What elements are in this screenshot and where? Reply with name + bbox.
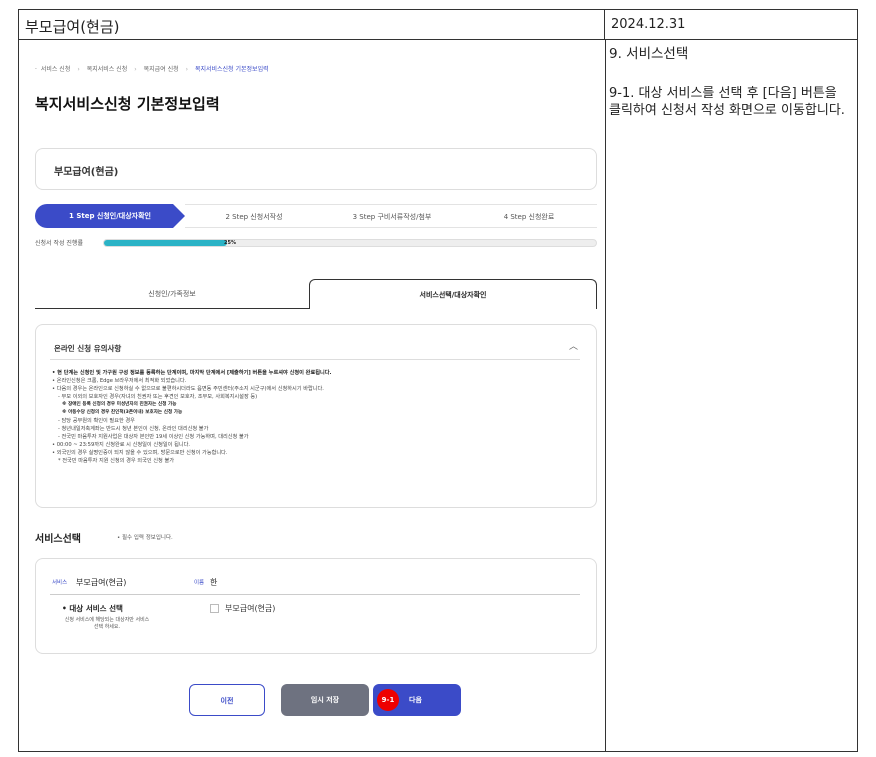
step-4: 4 Step 신청완료 [461, 204, 597, 228]
service-name-card: 부모급여(현금) [35, 148, 597, 190]
name-value: 한 [210, 578, 218, 587]
step-indicator: 1 Step 신청인/대상자확인 2 Step 신청서작성 3 Step 구비서… [35, 204, 597, 228]
breadcrumb-dot: · [35, 66, 37, 73]
notice-line: - 청년내일저축계좌는 반드시 청년 본인이 신청, 온라인 대리신청 불가 [58, 426, 209, 432]
breadcrumb-item[interactable]: 서비스 신청 [41, 66, 71, 73]
notice-line: - 담당 공무원의 확인이 필요한 경우 [58, 418, 135, 424]
notice-line: • 현 단계는 신청인 및 가구원 구성 정보를 등록하는 단계이며, 마지막 … [52, 370, 332, 376]
doc-header-title: 부모급여(현금) [19, 10, 605, 40]
step-1: 1 Step 신청인/대상자확인 [35, 204, 185, 228]
service-value: 부모급여(현금) [76, 578, 127, 587]
prev-button[interactable]: 이전 [189, 684, 265, 716]
breadcrumb-item[interactable]: 복지서비스 신청 [87, 66, 128, 73]
tab-applicant-family[interactable]: 신청인/가족정보 [35, 279, 309, 309]
notice-line: • 다음의 경우는 온라인으로 신청하실 수 없으므로 불편하시더라도 읍면동 … [52, 386, 324, 392]
target-service-label: • 대상 서비스 선택 [62, 604, 123, 613]
chevron-right-icon: › [77, 66, 80, 73]
temp-save-button[interactable]: 임시 저장 [281, 684, 369, 716]
step-text: 9-1. 대상 서비스를 선택 후 [다음] 버튼을 클릭하여 신청서 작성 화… [609, 86, 845, 118]
step-2: 2 Step 신청서작성 [185, 204, 323, 228]
progress-bar: 25% [103, 239, 597, 247]
page-title: 복지서비스신청 기본정보입력 [35, 95, 220, 113]
notice-line: ※ 아동수당 신청의 경우 친인척(3촌이내) 보호자는 신청 가능 [62, 410, 183, 415]
service-divider [50, 594, 580, 595]
breadcrumb-current: 복지서비스신청 기본정보입력 [194, 66, 269, 73]
progress-label: 신청서 작성 진행률 [35, 240, 83, 247]
name-label: 이름 [194, 580, 205, 586]
notice-line: - 전국민 마음투자 지원사업은 대상자 본인만 19세 이상인 신청 가능하며… [58, 434, 249, 440]
doc-header-date: 2024.12.31 [605, 10, 857, 40]
notice-title: 온라인 신청 유의사항 [54, 344, 122, 353]
screenshot-area: · 서비스 신청 › 복지서비스 신청 › 복지급여 신청 › 복지서비스신청 기본정… [21, 41, 603, 751]
notice-line: * 전국민 마음투자 지원 신청의 경우 외국인 신청 불가 [58, 458, 175, 464]
notice-body: • 현 단계는 신청인 및 가구원 구성 정보를 등록하는 단계이며, 마지막 … [52, 369, 582, 465]
service-checkbox[interactable] [210, 604, 219, 613]
notice-line: - 부모 이외의 보호자인 경우(자녀의 친권자 또는 후견인 보호자, 조부모… [58, 394, 258, 400]
breadcrumb-item[interactable]: 복지급여 신청 [144, 66, 179, 73]
chevron-right-icon: › [185, 66, 189, 73]
document-frame: 부모급여(현금) 2024.12.31 9. 서비스선택 9-1. 대상 서비스… [18, 9, 858, 752]
step-description: 9. 서비스선택 9-1. 대상 서비스를 선택 후 [다음] 버튼을 클릭하여… [609, 46, 849, 119]
next-button-label: 다음 [409, 696, 422, 704]
chevron-up-icon[interactable]: ︿ [569, 339, 578, 352]
notice-panel: 온라인 신청 유의사항 ︿ • 현 단계는 신청인 및 가구원 구성 정보를 등… [35, 324, 597, 508]
breadcrumb: · 서비스 신청 › 복지서비스 신청 › 복지급여 신청 › 복지서비스신청 기본정… [35, 64, 271, 73]
service-checkbox-label[interactable]: 부모급여(현금) [225, 603, 275, 614]
service-select-card: 서비스 부모급여(현금) 이름 한 • 대상 서비스 선택 신청 서비스에 해당… [35, 558, 597, 654]
next-button[interactable]: 9-1 다음 [373, 684, 461, 716]
notice-line: • 외국인의 경우 실명인증이 되지 않을 수 있으며, 방문으로만 신청이 가… [52, 450, 228, 456]
chevron-right-icon: › [134, 66, 137, 73]
tab-bar: 신청인/가족정보 서비스선택/대상자확인 [35, 279, 597, 309]
service-name: 부모급여(현금) [54, 167, 119, 178]
notice-line: ※ 장애인 등록 신청의 경우 미성년자의 친권자는 신청 가능 [62, 402, 177, 407]
step-3: 3 Step 구비서류작성/첨부 [323, 204, 461, 228]
step-title: 9. 서비스선택 [609, 46, 689, 62]
notice-line: • 00:00 ~ 23:59까지 신청완료 시 신청일이 신청일이 됩니다. [52, 442, 191, 448]
target-service-help: 신청 서비스에 해당되는 대상자만 서비스 선택 하세요. [64, 617, 150, 630]
notice-divider [50, 359, 580, 360]
notice-line: • 온라인신청은 크롬, Edge 브라우저에서 최적화 되었습니다. [52, 378, 187, 384]
column-divider [605, 40, 606, 752]
step-badge: 9-1 [377, 689, 399, 711]
service-section-title: 서비스선택 [35, 534, 81, 545]
progress-text: 25% [224, 240, 236, 246]
progress-fill [104, 240, 227, 246]
tab-service-target[interactable]: 서비스선택/대상자확인 [309, 279, 597, 309]
required-note: • 필수 입력 정보입니다. [117, 535, 173, 541]
service-label: 서비스 [52, 580, 68, 586]
